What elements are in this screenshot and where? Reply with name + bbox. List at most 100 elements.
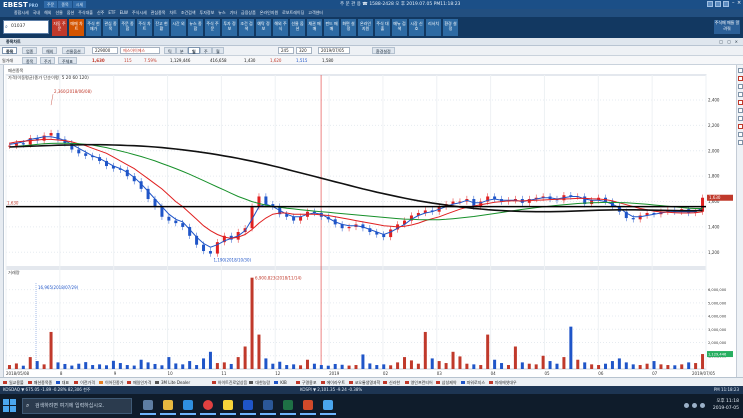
restore-icon[interactable]: □: [717, 39, 725, 45]
legend-item[interactable]: 신라한: [383, 379, 400, 386]
legend-item[interactable]: 에이라우트: [320, 379, 345, 386]
quick-button[interactable]: 잔고 현황: [154, 19, 169, 36]
quick-button[interactable]: 자동 주문: [52, 19, 67, 36]
windows-start-icon[interactable]: [3, 399, 17, 413]
date-field[interactable]: 2019/07/05: [318, 47, 350, 54]
menu-item[interactable]: 뉴스: [218, 9, 225, 17]
menu-item[interactable]: 조건검색: [181, 9, 196, 17]
quick-button[interactable]: 화면 설정: [341, 19, 356, 36]
quick-button[interactable]: 주식 대출: [375, 19, 390, 36]
taskview-icon[interactable]: [140, 397, 156, 415]
quick-button[interactable]: 해외 주식: [273, 19, 288, 36]
tf-month[interactable]: 월: [212, 47, 224, 54]
save-icon[interactable]: [737, 132, 743, 137]
chart-area[interactable]: 패션종목 가격(이동평균(종가 단순이평) 5 20 60 120) 거래량 2,40…: [0, 65, 743, 377]
word-icon[interactable]: [260, 397, 276, 415]
menu-item[interactable]: 주식대출: [78, 9, 93, 17]
tab-stock[interactable]: 종목: [2, 47, 18, 54]
quick-button[interactable]: 뉴스 종합: [188, 19, 203, 36]
tf-minute[interactable]: 분: [176, 47, 188, 54]
period-button[interactable]: 주기: [40, 57, 56, 64]
menu-item[interactable]: 투자정보: [200, 9, 215, 17]
menu-item[interactable]: 신주: [97, 9, 104, 17]
quick-button[interactable]: 주식 차트: [137, 19, 152, 36]
legend-item[interactable]: 삼성제약: [435, 379, 457, 386]
quick-button[interactable]: 예탁 정보: [256, 19, 271, 36]
quick-button[interactable]: 메뉴 검색: [392, 19, 407, 36]
quick-button[interactable]: 펀드 매매: [324, 19, 339, 36]
arrow-icon[interactable]: [737, 100, 743, 105]
excel-icon[interactable]: [280, 397, 296, 415]
menu-item[interactable]: 옵션: [67, 9, 74, 17]
count-field[interactable]: 245: [278, 47, 294, 54]
eraser-icon[interactable]: [737, 116, 743, 121]
menu-item[interactable]: 금융상품: [241, 9, 256, 17]
explorer-icon[interactable]: [160, 397, 176, 415]
settings-icon[interactable]: [723, 1, 729, 7]
title-tab[interactable]: 시세: [72, 1, 87, 8]
quick-button[interactable]: 주식 주문: [205, 19, 220, 36]
tf-day[interactable]: 일: [188, 47, 200, 54]
help-button[interactable]: 주식매 매들 알려줘: [714, 20, 740, 34]
legend-item[interactable]: 매일인가격: [127, 379, 151, 386]
count2-field[interactable]: 320: [296, 47, 312, 54]
quick-button[interactable]: 매매 차트: [69, 19, 84, 36]
close-screen-icon[interactable]: ×: [733, 39, 740, 45]
menu-item[interactable]: 관심종목: [151, 9, 166, 17]
kakaotalk-icon[interactable]: [220, 397, 236, 415]
close-icon[interactable]: ×: [737, 0, 741, 7]
menu-item[interactable]: 종합시세: [14, 9, 29, 17]
legend-item[interactable]: 이전가격: [74, 379, 95, 386]
quick-button[interactable]: 시간 외: [171, 19, 186, 36]
minimize-icon[interactable]: –: [732, 0, 736, 7]
clock[interactable]: 오후 11:18 2019-07-05: [713, 398, 739, 412]
title-tab[interactable]: 종목: [58, 1, 72, 8]
taskbar-search-input[interactable]: ⌕ 검색하려면 여기에 입력하십시오.: [22, 398, 132, 414]
print-icon[interactable]: [737, 140, 743, 145]
name-field[interactable]: 에스아이에스: [120, 47, 160, 54]
home-icon[interactable]: [707, 1, 713, 7]
menu-item[interactable]: 주식시세: [132, 9, 147, 17]
price-volume-chart[interactable]: 패션종목가격(이동평균(종가 단순이평) 5 20 60 120) 거래량 2,40…: [0, 65, 736, 377]
legend-item[interactable]: 하이트진로없상음: [211, 379, 247, 386]
quick-button[interactable]: 주식 현재가: [86, 19, 101, 36]
legend-item[interactable]: 구명용포: [295, 379, 317, 386]
mark-icon[interactable]: [737, 124, 743, 129]
quick-button[interactable]: 시장 신호: [409, 19, 424, 36]
app-icon[interactable]: [320, 397, 336, 415]
menu-item[interactable]: ELW: [120, 9, 128, 17]
quick-button[interactable]: 리서치: [426, 19, 441, 36]
legend-item[interactable]: 영인프런티어: [404, 379, 433, 386]
menu-item[interactable]: 선물: [55, 9, 62, 17]
quick-button[interactable]: 조건 검색: [239, 19, 254, 36]
legend-item[interactable]: 파워로지스: [460, 379, 485, 386]
text-tool-icon[interactable]: [737, 84, 743, 89]
quick-button[interactable]: 선물 옵션: [290, 19, 305, 36]
crosshair-icon[interactable]: [737, 68, 743, 73]
menu-item[interactable]: 로보트레이딩: [282, 9, 304, 17]
tab-sector[interactable]: 업종: [22, 47, 38, 54]
legend-item[interactable]: 코오롱생명과학: [348, 379, 380, 386]
quick-button[interactable]: 투자 정보: [222, 19, 237, 36]
trading-app-icon[interactable]: [240, 397, 256, 415]
trendline-icon[interactable]: [737, 76, 743, 81]
title-tab[interactable]: 주문: [44, 1, 58, 8]
fib-icon[interactable]: [737, 92, 743, 97]
menu-item[interactable]: ETF: [108, 9, 115, 17]
tab-overseas[interactable]: 해외: [42, 47, 58, 54]
legend-item[interactable]: 일교용볼: [3, 379, 24, 386]
menu-item[interactable]: 온라인지원: [260, 9, 278, 17]
zoom-icon[interactable]: [737, 108, 743, 113]
volume-icon[interactable]: [692, 403, 697, 408]
menu-item[interactable]: 기타: [230, 9, 237, 17]
edge-icon[interactable]: [180, 397, 196, 415]
quick-button[interactable]: 온라인 지원: [358, 19, 373, 36]
lock-icon[interactable]: [715, 1, 721, 7]
network-icon[interactable]: [684, 403, 689, 408]
legend-item[interactable]: KIB: [274, 379, 287, 386]
quick-button[interactable]: 주문 종합: [120, 19, 135, 36]
ime-icon[interactable]: [700, 403, 705, 408]
legend-item[interactable]: 미래에셋대우: [488, 379, 517, 386]
tab-futures[interactable]: 선물옵션: [62, 47, 85, 54]
legend-item[interactable]: 대한농람: [249, 379, 270, 386]
